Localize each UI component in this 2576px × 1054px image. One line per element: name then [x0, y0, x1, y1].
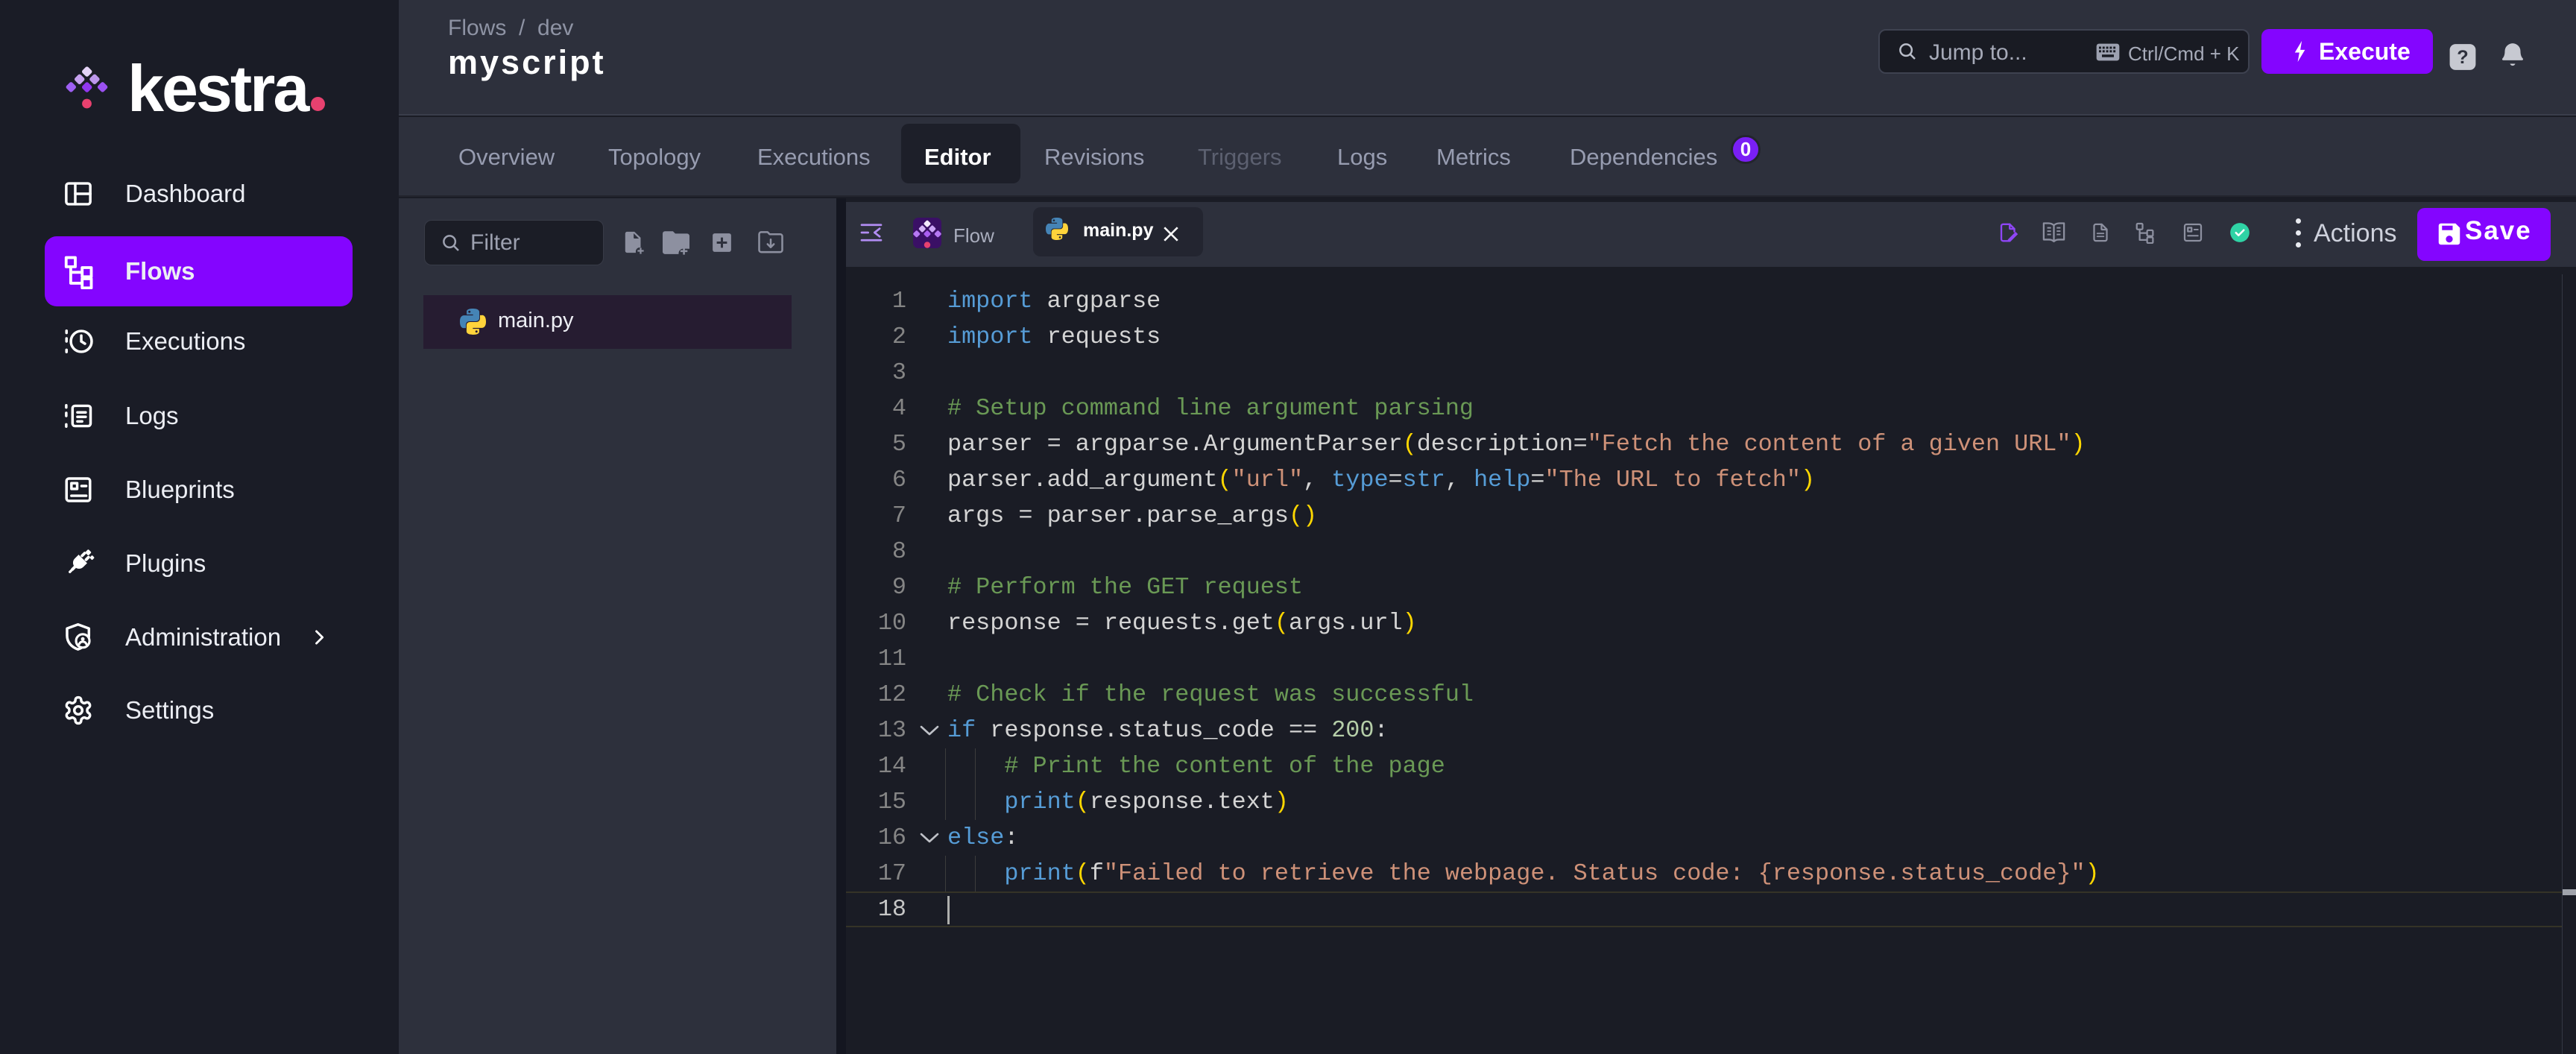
svg-text:?: ? [2457, 47, 2468, 68]
